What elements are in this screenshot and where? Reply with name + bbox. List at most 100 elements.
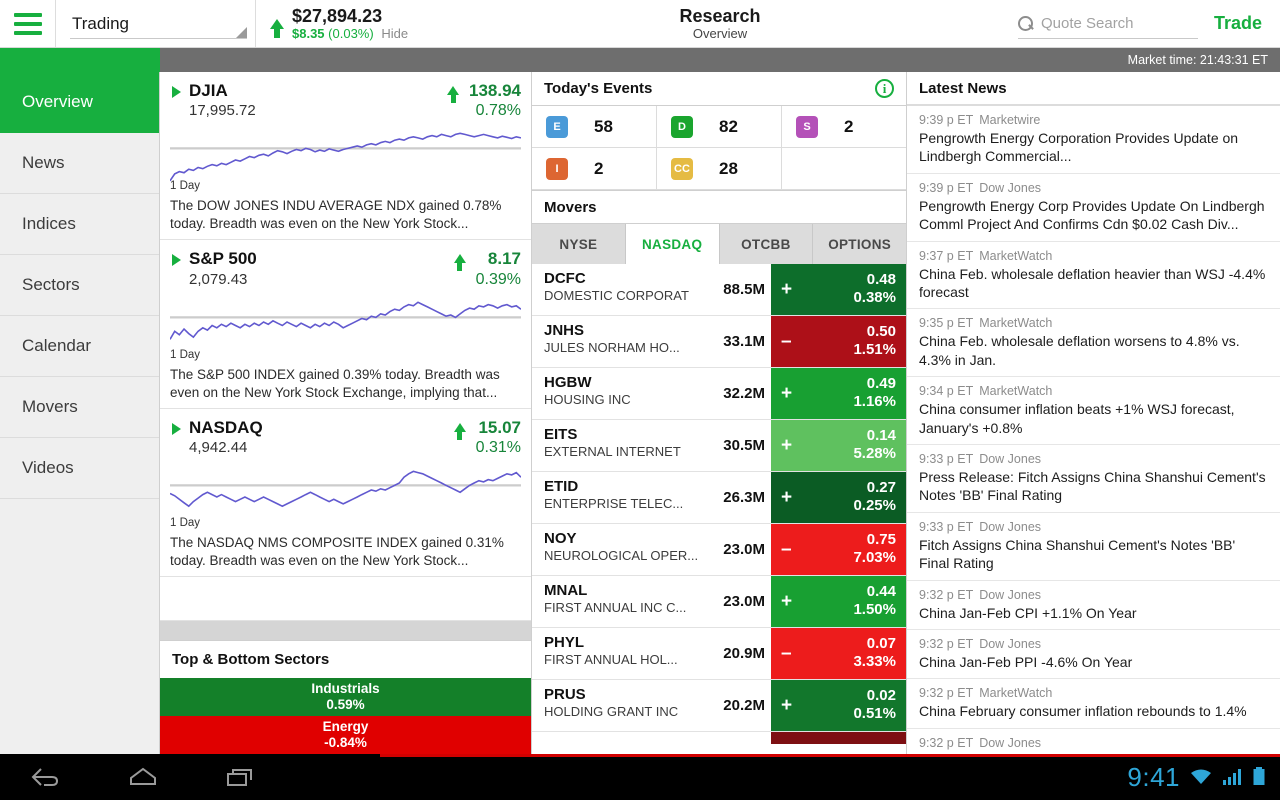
event-badge-icon: I [546, 157, 568, 180]
info-icon[interactable]: i [875, 79, 894, 98]
news-item[interactable]: 9:32 p ET MarketWatch China February consu… [907, 679, 1280, 729]
index-card[interactable]: S&P 500 2,079.43 8.17 0.39% 1 Day The S&P 500… [160, 240, 531, 409]
trade-button[interactable]: Trade [1204, 0, 1280, 47]
mover-row[interactable]: JNHS JULES NORHAM HO... 33.1M –0.50 1.51% [532, 316, 906, 368]
hamburger-icon[interactable] [0, 0, 56, 47]
mover-company: FIRST ANNUAL INC C... [544, 600, 687, 616]
sectors-header: Top & Bottom Sectors [160, 640, 531, 678]
sidebar-item-movers[interactable]: Movers [0, 377, 159, 438]
back-icon[interactable] [28, 764, 62, 790]
hamburger-bar [13, 30, 42, 35]
mover-row[interactable]: PRUS HOLDING GRANT INC 20.2M +0.02 0.51% [532, 680, 906, 732]
tab-options[interactable]: OPTIONS [813, 224, 906, 264]
event-cell-i[interactable]: I2 [532, 148, 657, 189]
mover-volume: 23.0M [723, 541, 765, 558]
sidebar-item-sectors[interactable]: Sectors [0, 255, 159, 316]
mover-symbol: EITS [544, 426, 578, 443]
index-name: NASDAQ [189, 417, 263, 437]
mover-volume: 20.2M [723, 697, 765, 714]
balance-change: $8.35 [292, 25, 325, 41]
mover-change-cell: –0.07 3.33% [771, 628, 906, 679]
news-item[interactable]: 9:39 p ET Marketwire Pengrowth Energy Corp… [907, 106, 1280, 174]
tab-otcbb[interactable]: OTCBB [720, 224, 814, 264]
mover-row[interactable]: DCFC DOMESTIC CORPORAT 88.5M +0.48 0.38% [532, 264, 906, 316]
news-item[interactable]: 9:33 p ET Dow Jones Press Release: Fitch A… [907, 445, 1280, 513]
search-input[interactable] [1040, 14, 1191, 32]
mover-volume: 20.9M [723, 645, 765, 662]
sector-bar[interactable]: Energy -0.84% [160, 716, 531, 754]
android-navigation-bar: 9:41 [0, 754, 1280, 800]
home-icon[interactable] [126, 764, 160, 790]
sidebar-item-videos[interactable]: Videos [0, 438, 159, 499]
sidebar-item-overview[interactable]: Overview [0, 72, 159, 133]
mover-change-cell: +0.02 0.51% [771, 680, 906, 731]
mover-change-cell [771, 732, 906, 744]
search-icon [1017, 15, 1033, 31]
mover-row-partial[interactable] [532, 732, 906, 744]
event-cell-cc[interactable]: CC 28 [657, 148, 782, 189]
account-selector[interactable]: Trading [56, 0, 256, 47]
mover-symbol: NOY [544, 530, 577, 547]
news-meta: 9:39 p ET Dow Jones [919, 180, 1268, 197]
news-meta: 9:32 p ET Dow Jones [919, 636, 1268, 653]
expand-triangle-icon[interactable] [172, 86, 181, 98]
news-item[interactable]: 9:35 p ET MarketWatch China Feb. wholesale… [907, 309, 1280, 378]
news-item[interactable]: 9:32 p ET Dow Jones China Jan-Feb CPI +1.1… [907, 581, 1280, 631]
index-card[interactable]: DJIA 17,995.72 138.94 0.78% 1 Day The DOW JON… [160, 72, 531, 241]
news-time: 9:32 p ET [919, 686, 974, 701]
news-item[interactable]: 9:37 p ET MarketWatch China Feb. wholesale… [907, 242, 1280, 310]
events-row: E 58 D 82 S 2 [532, 106, 906, 148]
sidebar-item-label: Calendar [22, 336, 91, 355]
mover-row[interactable]: ETID ENTERPRISE TELEC... 26.3M +0.27 0.25% [532, 472, 906, 524]
expand-triangle-icon[interactable] [172, 422, 181, 435]
hide-balance-link[interactable]: Hide [381, 26, 408, 41]
news-item[interactable]: 9:32 p ET Dow Jones China Jan-Feb PPI -4.6… [907, 630, 1280, 680]
news-meta: 9:35 p ET MarketWatch [919, 315, 1268, 332]
recents-icon[interactable] [224, 764, 258, 790]
mover-row[interactable]: EITS EXTERNAL INTERNET 30.5M +0.14 5.28% [532, 420, 906, 472]
event-cell-s[interactable]: S2 [782, 106, 906, 147]
mover-row[interactable]: HGBW HOUSING INC 32.2M +0.49 1.16% [532, 368, 906, 420]
mover-identity: HGBW HOUSING INC [532, 368, 705, 419]
sector-bar[interactable]: Industrials 0.59% [160, 678, 531, 716]
movers-list[interactable]: DCFC DOMESTIC CORPORAT 88.5M +0.48 0.38% JNHS… [532, 264, 906, 754]
news-item[interactable]: 9:33 p ET Dow Jones Fitch Assigns China Sh… [907, 513, 1280, 581]
news-item[interactable]: 9:39 p ET Dow Jones Pengrowth Energy Corp … [907, 174, 1280, 242]
news-item[interactable]: 9:34 p ET MarketWatch China consumer infla… [907, 377, 1280, 446]
mover-identity [532, 732, 705, 744]
todays-events-header: Today's Events i [532, 72, 906, 106]
mover-company: NEUROLOGICAL OPER... [544, 548, 699, 564]
index-change-pct: 0.78% [475, 102, 521, 120]
sidebar-item-indices[interactable]: Indices [0, 194, 159, 255]
expand-triangle-icon[interactable] [172, 254, 181, 267]
mover-row[interactable]: NOY NEUROLOGICAL OPER... 23.0M –0.75 7.03% [532, 524, 906, 576]
news-headline: China Feb. wholesale deflation heavier t… [919, 265, 1266, 300]
balance-text: $27,894.23 $8.35 (0.03%) Hide [292, 6, 408, 42]
mover-identity: PRUS HOLDING GRANT INC [532, 680, 705, 731]
tab-nyse[interactable]: NYSE [532, 224, 626, 264]
news-headline: China consumer inflation beats +1% WSJ f… [919, 401, 1235, 436]
event-cell-d[interactable]: D 82 [657, 106, 782, 147]
index-card-header: NASDAQ 4,942.44 15.07 0.31% [170, 417, 521, 459]
mover-row[interactable]: PHYL FIRST ANNUAL HOL... 20.9M –0.07 3.33% [532, 628, 906, 680]
event-cell-e[interactable]: E 58 [532, 106, 657, 147]
tab-nasdaq[interactable]: NASDAQ [625, 224, 720, 264]
sidebar-item-calendar[interactable]: Calendar [0, 316, 159, 377]
status-clock: 9:41 [1127, 761, 1180, 792]
index-value: 2,079.43 [189, 270, 248, 288]
quote-search-box[interactable] [1017, 9, 1198, 39]
news-list[interactable]: 9:39 p ET Marketwire Pengrowth Energy Corp… [907, 106, 1280, 754]
strip-accent [0, 48, 160, 72]
news-time: 9:32 p ET [919, 637, 974, 652]
mover-identity: JNHS JULES NORHAM HO... [532, 316, 705, 367]
news-item[interactable]: 9:32 p ETDow JonesChina Feb Non-Food Pri… [907, 729, 1280, 754]
sidebar-item-news[interactable]: News [0, 133, 159, 194]
event-count: 2 [844, 116, 854, 136]
index-card[interactable]: NASDAQ 4,942.44 15.07 0.31% 1 Day The NASDAQ … [160, 409, 531, 578]
account-balance[interactable]: $27,894.23 $8.35 (0.03%) Hide [256, 0, 422, 47]
mover-change-amount: 0.27 [866, 478, 896, 496]
news-time: 9:32 p ET [919, 587, 974, 602]
mover-row[interactable]: MNAL FIRST ANNUAL INC C... 23.0M +0.44 1.50% [532, 576, 906, 628]
mover-identity: NOY NEUROLOGICAL OPER... [532, 524, 705, 575]
index-change-pct: 0.39% [475, 270, 521, 288]
